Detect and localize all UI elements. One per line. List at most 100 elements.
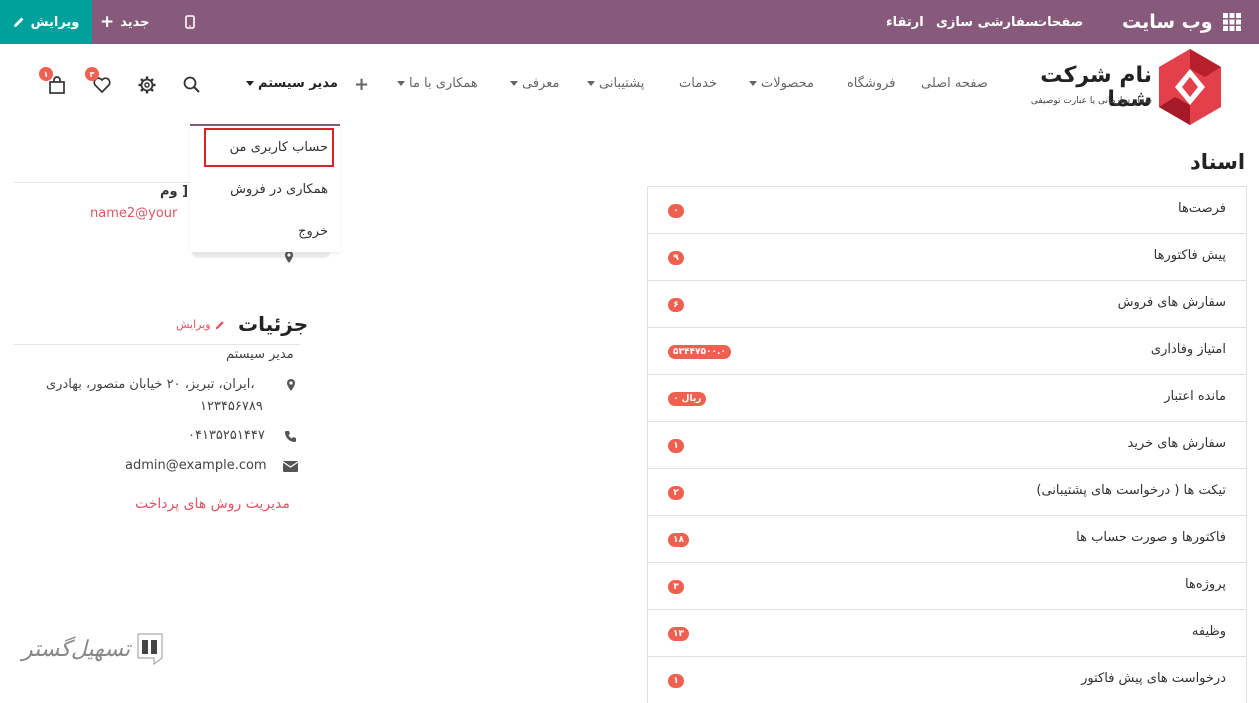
cart-count-badge: ۱ <box>39 67 53 81</box>
document-count-badge: ۹ <box>668 251 684 265</box>
apps-grid-icon <box>1222 13 1241 31</box>
nav-cooperate-label: همکاری با ما <box>409 76 478 91</box>
document-row[interactable]: فرصت‌ها ۰ <box>648 187 1246 234</box>
map-marker-icon <box>287 379 295 391</box>
nav-services[interactable]: خدمات <box>679 76 717 91</box>
document-count-badge: ۱ <box>668 674 684 688</box>
watermark-text: تسهیل‌گستر <box>22 636 131 662</box>
phone-icon <box>285 431 296 442</box>
document-row-label: امتیاز وفاداری <box>1150 342 1226 357</box>
document-count-badge: ۰ <box>668 204 684 218</box>
document-count-badge: ۲ <box>668 486 684 500</box>
document-row[interactable]: سفارش های فروش ۶ <box>648 281 1246 328</box>
document-row-label: فاکتورها و صورت حساب ها <box>1076 530 1226 545</box>
chevron-down-icon <box>246 81 254 86</box>
wishlist-count-badge: ۳ <box>85 67 99 81</box>
document-row-label: سفارش های فروش <box>1117 295 1226 310</box>
nav-about[interactable]: معرفی <box>510 76 559 91</box>
profile-phone: ۰۴۱۳۵۲۵۱۴۴۷ <box>188 428 265 443</box>
document-row-label: فرصت‌ها <box>1177 201 1226 216</box>
document-count-badge: ۶ <box>668 298 684 312</box>
watermark-mark-icon <box>137 633 163 666</box>
document-count-badge: ۰ ریال <box>668 392 707 406</box>
watermark-logo: تسهیل‌گستر <box>22 632 164 666</box>
chevron-down-icon <box>587 81 595 86</box>
document-count-badge: ۱۳ <box>668 627 689 641</box>
menu-customize[interactable]: سفارشی سازی <box>936 0 1038 44</box>
document-row[interactable]: پیش فاکتورها ۹ <box>648 234 1246 281</box>
menu-pages[interactable]: صفحات <box>1034 0 1083 44</box>
manage-payment-methods-link[interactable]: مدیریت روش های پرداخت <box>135 496 290 512</box>
documents-title: اسناد <box>1190 150 1246 174</box>
nav-home-label: صفحه اصلی <box>921 76 988 91</box>
apps-menu[interactable]: وب سایت <box>1122 0 1241 44</box>
company-logo-icon[interactable] <box>1157 47 1223 127</box>
profile-address-line1: ایران، تبریز، ۲۰ خیابان منصور، بهادری، <box>46 377 255 392</box>
cart-button[interactable]: ۱ <box>39 67 67 95</box>
nav-about-label: معرفی <box>522 76 560 91</box>
document-row-label: وظیفه <box>1191 624 1226 639</box>
nav-shop-label: فروشگاه <box>847 76 896 91</box>
document-row[interactable]: تیکت ها ( درخواست های پشتیبانی) ۲ <box>648 469 1246 516</box>
chevron-down-icon <box>397 81 405 86</box>
user-menu-label: مدیر سیستم <box>258 76 338 91</box>
profile-email: admin@example.com <box>125 458 267 473</box>
document-count-badge: ۱ <box>668 439 684 453</box>
document-count-badge: ۱۸ <box>668 533 689 547</box>
details-edit-link[interactable]: ویرایش <box>176 318 225 331</box>
menu-upgrade-label: ارتقاء <box>886 14 924 30</box>
nav-support[interactable]: پشتیبانی <box>587 76 644 91</box>
company-tagline: شعار سازمانی یا عبارت توصیفی <box>1030 96 1152 106</box>
add-menu-plus-icon[interactable]: + <box>354 74 369 95</box>
menu-upgrade[interactable]: ارتقاء <box>886 0 924 44</box>
document-row[interactable]: درخواست های پیش فاکتور ۱ <box>648 657 1246 703</box>
pencil-icon <box>13 17 24 27</box>
dropdown-logout[interactable]: خروج <box>298 224 328 239</box>
admin-bar: ویرایش + جدید ارتقاء سفارشی سازی صفحات و… <box>0 0 1259 44</box>
address-card-email: name2@your <box>90 206 178 221</box>
mobile-icon <box>185 15 195 29</box>
nav-home[interactable]: صفحه اصلی <box>921 76 988 91</box>
documents-list: فرصت‌ها ۰ پیش فاکتورها ۹ سفارش های فروش ۶ امتی… <box>647 186 1247 703</box>
address-card-name: وم ] <box>160 184 189 199</box>
document-row[interactable]: فاکتورها و صورت حساب ها ۱۸ <box>648 516 1246 563</box>
nav-products-label: محصولات <box>761 76 814 91</box>
search-icon[interactable] <box>182 75 202 95</box>
details-edit-label: ویرایش <box>176 318 211 331</box>
document-row[interactable]: سفارش های خرید ۱ <box>648 422 1246 469</box>
mobile-preview-button[interactable] <box>180 0 200 44</box>
wishlist-button[interactable]: ۳ <box>85 67 112 95</box>
details-title: جزئیات <box>238 312 309 336</box>
nav-products[interactable]: محصولات <box>749 76 814 91</box>
edit-button[interactable]: ویرایش <box>0 0 92 44</box>
nav-support-label: پشتیبانی <box>599 76 645 91</box>
nav-shop[interactable]: فروشگاه <box>847 76 896 91</box>
document-row-label: سفارش های خرید <box>1127 436 1226 451</box>
new-button[interactable]: + جدید <box>100 0 150 44</box>
gear-icon[interactable] <box>137 75 157 95</box>
document-row-label: پیش فاکتورها <box>1153 248 1226 263</box>
pencil-icon <box>215 320 224 329</box>
document-count-badge: ۵۳۴۴۷۵۰۰.۰ <box>668 345 731 359</box>
highlight-box <box>204 128 334 167</box>
dropdown-sales-partnership[interactable]: همکاری در فروش <box>230 182 328 197</box>
nav-services-label: خدمات <box>679 76 718 91</box>
document-row[interactable]: وظیفه ۱۳ <box>648 610 1246 657</box>
user-menu-toggle[interactable]: مدیر سیستم <box>246 76 338 91</box>
nav-cooperate[interactable]: همکاری با ما <box>397 76 478 91</box>
profile-address-line2: ۱۲۳۴۵۶۷۸۹ <box>200 399 263 414</box>
plus-icon: + <box>100 11 115 32</box>
chevron-down-icon <box>749 81 757 86</box>
document-row[interactable]: مانده اعتبار ۰ ریال <box>648 375 1246 422</box>
document-row[interactable]: پروژه‌ها ۳ <box>648 563 1246 610</box>
map-marker-icon <box>285 251 293 263</box>
document-row-label: مانده اعتبار <box>1164 389 1226 404</box>
chevron-down-icon <box>510 81 518 86</box>
envelope-icon <box>283 461 298 472</box>
edit-button-label: ویرایش <box>30 14 80 30</box>
profile-name: مدیر سیستم <box>226 347 294 362</box>
document-row[interactable]: امتیاز وفاداری ۵۳۴۴۷۵۰۰.۰ <box>648 328 1246 375</box>
new-button-label: جدید <box>120 14 150 30</box>
menu-customize-label: سفارشی سازی <box>936 14 1039 30</box>
document-row-label: درخواست های پیش فاکتور <box>1081 671 1226 686</box>
